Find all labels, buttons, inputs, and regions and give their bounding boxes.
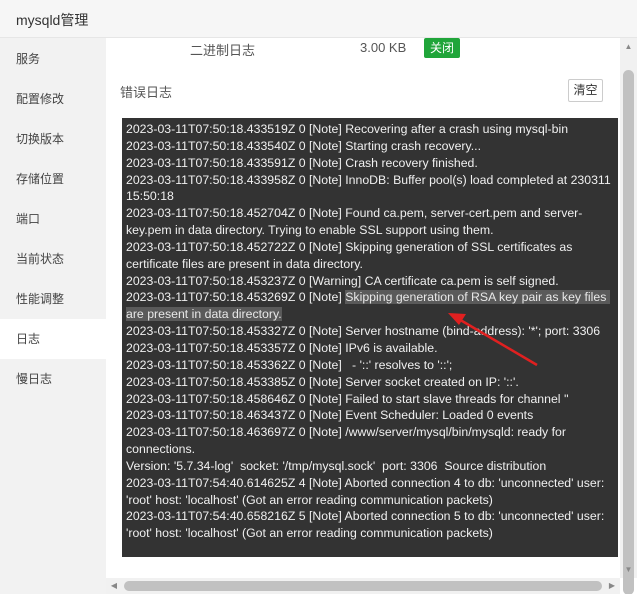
main-panel: 二进制日志 3.00 KB 关闭 错误日志 清空 2023-03-11T07:5… — [106, 38, 620, 578]
log-line-highlighted: 2023-03-11T07:50:18.453269Z 0 [Note] Ski… — [126, 289, 614, 323]
scroll-up-arrow-icon[interactable]: ▲ — [620, 38, 637, 55]
sidebar-item-status[interactable]: 当前状态 — [0, 239, 106, 279]
binlog-row: 二进制日志 3.00 KB 关闭 — [106, 38, 620, 60]
binlog-size: 3.00 KB — [360, 40, 407, 55]
log-line: 2023-03-11T07:50:18.463437Z 0 [Note] Eve… — [126, 408, 534, 423]
log-line: 2023-03-11T07:50:18.433540Z 0 [Note] Sta… — [126, 138, 481, 153]
log-line-prefix: 2023-03-11T07:50:18.453269Z 0 [Note] — [126, 290, 346, 305]
scroll-left-arrow-icon[interactable]: ◀ — [106, 578, 122, 594]
sidebar-item-switch-version[interactable]: 切换版本 — [0, 119, 106, 159]
sidebar-item-config[interactable]: 配置修改 — [0, 79, 106, 119]
log-line: 2023-03-11T07:50:18.458646Z 0 [Note] Fai… — [126, 391, 569, 406]
horizontal-scrollbar[interactable]: ◀ ▶ — [106, 578, 620, 594]
error-log-title: 错误日志 — [120, 85, 173, 100]
log-line: 2023-03-11T07:50:18.433519Z 0 [Note] Rec… — [126, 122, 569, 136]
horizontal-scroll-thumb[interactable] — [124, 581, 602, 591]
log-line: 2023-03-11T07:50:18.433958Z 0 [Note] Inn… — [126, 172, 615, 204]
vertical-scroll-thumb[interactable] — [623, 70, 634, 594]
log-line: 2023-03-11T07:50:18.452704Z 0 [Note] Fou… — [126, 206, 583, 238]
binlog-label: 二进制日志 — [190, 43, 256, 58]
error-log-box[interactable]: 2023-03-11T07:50:18.433519Z 0 [Note] Rec… — [122, 118, 618, 557]
scroll-down-arrow-icon[interactable]: ▼ — [620, 561, 637, 578]
log-line: 2023-03-11T07:54:40.614625Z 4 [Note] Abo… — [126, 475, 608, 507]
window-title: mysqld管理 — [16, 12, 89, 28]
sidebar-item-service[interactable]: 服务 — [0, 39, 106, 79]
vertical-scrollbar[interactable]: ▲ ▼ — [620, 38, 637, 594]
sidebar: 服务 配置修改 切换版本 存储位置 端口 当前状态 性能调整 日志 慢日志 — [0, 38, 106, 594]
log-line: 2023-03-11T07:50:18.453327Z 0 [Note] Ser… — [126, 324, 601, 339]
log-line: 2023-03-11T07:50:18.463697Z 0 [Note] /ww… — [126, 425, 570, 457]
log-line: Version: '5.7.34-log' socket: '/tmp/mysq… — [126, 458, 547, 473]
sidebar-item-logs[interactable]: 日志 — [0, 319, 106, 359]
log-line: 2023-03-11T07:54:40.658216Z 5 [Note] Abo… — [126, 509, 608, 541]
log-line: 2023-03-11T07:50:18.453362Z 0 [Note] - '… — [126, 357, 453, 372]
clear-log-button[interactable]: 清空 — [568, 79, 603, 102]
binlog-toggle-button[interactable]: 关闭 — [424, 38, 460, 58]
log-line: 2023-03-11T07:50:18.453357Z 0 [Note] IPv… — [126, 340, 438, 355]
log-line: 2023-03-11T07:50:18.453237Z 0 [Warning] … — [126, 273, 559, 288]
sidebar-item-performance[interactable]: 性能调整 — [0, 279, 106, 319]
log-line: 2023-03-11T07:50:18.433591Z 0 [Note] Cra… — [126, 155, 478, 170]
log-line: 2023-03-11T07:50:18.453385Z 0 [Note] Ser… — [126, 374, 519, 389]
window-titlebar: mysqld管理 — [0, 0, 637, 38]
sidebar-item-storage[interactable]: 存储位置 — [0, 159, 106, 199]
sidebar-item-slow-log[interactable]: 慢日志 — [0, 359, 106, 399]
log-line: 2023-03-11T07:50:18.452722Z 0 [Note] Ski… — [126, 239, 576, 271]
scroll-right-arrow-icon[interactable]: ▶ — [604, 578, 620, 594]
sidebar-item-port[interactable]: 端口 — [0, 199, 106, 239]
